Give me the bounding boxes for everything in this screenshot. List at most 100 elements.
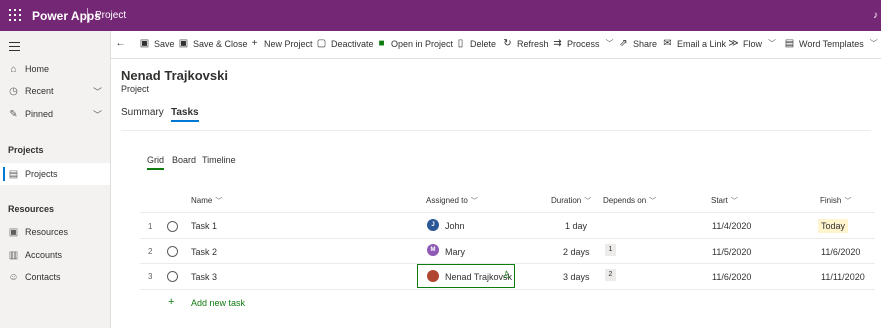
refresh-label: Refresh — [517, 38, 549, 49]
nav-item-label: Accounts — [25, 250, 63, 260]
chevron-down-icon: ﹀ — [215, 198, 223, 205]
nav-item-recent[interactable]: ◷ Recent ﹀ — [0, 80, 110, 102]
start-date[interactable]: 11/4/2020 — [712, 221, 751, 231]
column-header-assigned[interactable]: Assigned to ﹀ — [426, 196, 478, 206]
save-close-icon: ▣ — [178, 38, 189, 49]
column-header-label: Assigned to — [426, 196, 468, 205]
column-header-depends[interactable]: Depends on ﹀ — [603, 196, 656, 206]
start-date[interactable]: 11/6/2020 — [712, 272, 751, 282]
process-button[interactable]: ⇉ Process ﹀ — [552, 38, 614, 49]
column-header-duration[interactable]: Duration ﹀ — [551, 196, 591, 206]
word-templates-label: Word Templates — [799, 38, 864, 49]
sitemap-nav: ⌂ Home ◷ Recent ﹀ ✎ Pinned ﹀ Projects ▤ … — [0, 31, 111, 328]
nav-item-projects[interactable]: ▤ Projects — [0, 163, 110, 185]
refresh-button[interactable]: ↻ Refresh — [502, 38, 549, 49]
row-divider — [140, 289, 875, 290]
open-in-project-label: Open in Project — [391, 38, 454, 49]
chevron-down-icon: ﹀ — [844, 198, 852, 205]
avatar: J — [427, 219, 439, 231]
nav-item-pinned[interactable]: ✎ Pinned ﹀ — [0, 103, 110, 125]
chevron-down-icon[interactable]: ﹀ — [93, 85, 102, 98]
save-label: Save — [154, 38, 175, 49]
depends-on-badge[interactable]: 2 — [605, 269, 616, 281]
row-complete-radio[interactable] — [167, 246, 178, 257]
email-link-button[interactable]: ✉ Email a Link — [662, 38, 726, 49]
column-header-start[interactable]: Start ﹀ — [711, 196, 738, 206]
column-header-finish[interactable]: Finish ﹀ — [820, 196, 851, 206]
nav-item-label: Projects — [25, 169, 58, 179]
duration[interactable]: 2 days — [563, 247, 590, 257]
deactivate-label: Deactivate — [331, 38, 374, 49]
trash-icon: ▯ — [457, 38, 464, 49]
share-icon: ⇗ — [619, 38, 628, 49]
refresh-icon: ↻ — [503, 38, 512, 49]
column-header-label: Depends on — [603, 196, 647, 205]
person-icon[interactable]: ♙ — [502, 270, 511, 281]
row-complete-radio[interactable] — [167, 221, 178, 232]
hamburger-icon[interactable] — [9, 42, 20, 54]
new-project-button[interactable]: + New Project — [249, 38, 313, 49]
task-name[interactable]: Task 3 — [191, 272, 217, 282]
nav-section-projects: Projects — [8, 145, 44, 155]
chevron-down-icon: ﹀ — [470, 198, 478, 205]
nav-item-home[interactable]: ⌂ Home — [0, 58, 110, 80]
contacts-icon: ☺ — [8, 271, 19, 283]
delete-label: Delete — [470, 38, 497, 49]
row-number: 3 — [148, 272, 153, 281]
delete-button[interactable]: ▯ Delete — [455, 38, 496, 49]
chevron-down-icon: ﹀ — [869, 39, 878, 48]
duration[interactable]: 3 days — [563, 272, 590, 282]
resources-icon: ▣ — [8, 226, 19, 238]
start-date[interactable]: 11/5/2020 — [712, 247, 751, 257]
plus-icon: + — [251, 38, 258, 49]
word-templates-button[interactable]: ▤ Word Templates ﹀ — [784, 38, 878, 49]
tab-board[interactable]: Board — [172, 155, 196, 165]
task-name[interactable]: Task 1 — [191, 221, 217, 231]
finish-date[interactable]: 11/11/2020 — [821, 272, 865, 282]
app-launcher-icon[interactable] — [9, 9, 21, 21]
finish-date-today[interactable]: Today — [818, 219, 849, 233]
task-name[interactable]: Task 2 — [191, 247, 217, 257]
open-in-project-button[interactable]: ■ Open in Project — [376, 38, 453, 49]
plus-icon[interactable]: + — [168, 296, 174, 308]
chevron-down-icon[interactable]: ﹀ — [93, 108, 102, 121]
add-new-task-link[interactable]: Add new task — [191, 298, 245, 308]
column-header-label: Name — [191, 196, 213, 205]
finish-date[interactable]: 11/6/2020 — [821, 247, 860, 257]
column-header-label: Finish — [820, 196, 842, 205]
row-divider — [140, 238, 875, 239]
share-button[interactable]: ⇗ Share — [618, 38, 657, 49]
duration[interactable]: 1 day — [565, 221, 587, 231]
flow-button[interactable]: ≫ Flow ﹀ — [728, 38, 776, 49]
home-icon: ⌂ — [10, 63, 17, 75]
nav-item-accounts[interactable]: ▥ Accounts — [0, 244, 110, 266]
chevron-down-icon: ﹀ — [768, 39, 777, 48]
tab-timeline[interactable]: Timeline — [202, 155, 236, 165]
row-complete-radio[interactable] — [167, 271, 178, 282]
record-entity: Project — [121, 84, 150, 94]
depends-on-badge[interactable]: 1 — [605, 244, 616, 256]
save-close-button[interactable]: ▣ Save & Close — [178, 38, 248, 49]
assigned-to[interactable]: John — [445, 221, 465, 231]
column-header-name[interactable]: Name ﹀ — [191, 196, 222, 206]
back-button[interactable]: ← — [115, 38, 130, 49]
save-icon: ▣ — [139, 38, 150, 49]
row-number: 2 — [148, 247, 153, 256]
nav-item-resources[interactable]: ▣ Resources — [0, 221, 110, 243]
share-label: Share — [633, 38, 658, 49]
app-name[interactable]: Power Apps — [32, 9, 101, 23]
projects-icon: ▤ — [8, 168, 19, 180]
tab-summary[interactable]: Summary — [121, 107, 164, 118]
nav-item-contacts[interactable]: ☺ Contacts — [0, 266, 110, 288]
avatar: M — [427, 244, 439, 256]
save-button[interactable]: ▣ Save — [139, 38, 175, 49]
deactivate-button[interactable]: ▢ Deactivate — [316, 38, 374, 49]
tab-grid[interactable]: Grid — [147, 155, 165, 170]
chevron-down-icon: ﹀ — [605, 39, 614, 48]
header-divider — [87, 8, 88, 23]
nav-section-resources: Resources — [8, 204, 55, 214]
process-label: Process — [567, 38, 600, 49]
tab-tasks[interactable]: Tasks — [171, 107, 199, 122]
assigned-to[interactable]: Mary — [445, 247, 465, 257]
nav-item-label: Home — [25, 64, 50, 74]
